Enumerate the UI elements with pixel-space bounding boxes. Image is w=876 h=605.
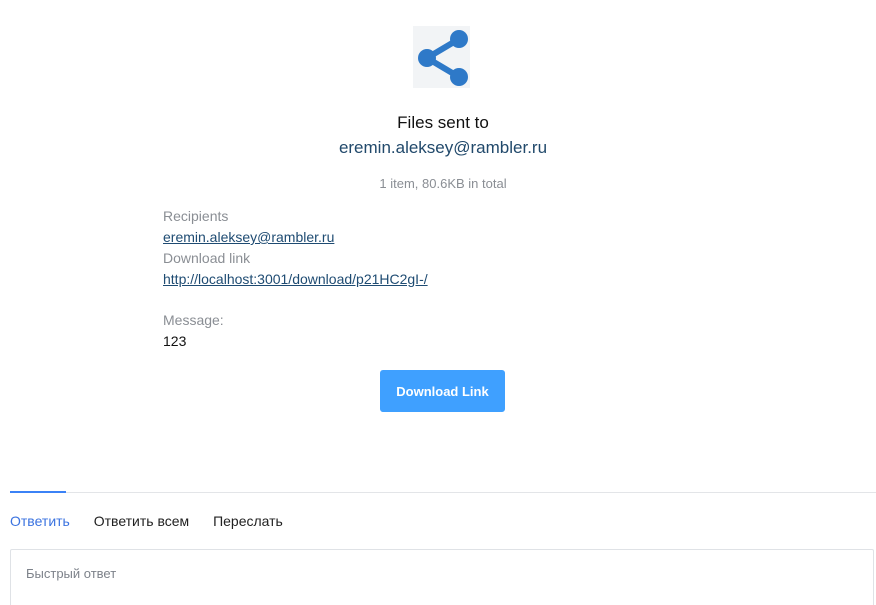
recipients-label: Recipients [163, 208, 229, 224]
message-label: Message: [163, 312, 224, 328]
email-body: Files sent to eremin.aleksey@rambler.ru … [0, 0, 876, 605]
message-value: 123 [163, 333, 187, 349]
download-url-link[interactable]: http://localhost:3001/download/p21HC2gI-… [163, 269, 428, 290]
reply-tabs: Ответить Ответить всем Переслать [10, 513, 303, 529]
files-summary: 1 item, 80.6KB in total [379, 176, 507, 191]
download-link-label: Download link [163, 250, 251, 266]
recipient-link[interactable]: eremin.aleksey@rambler.ru [163, 227, 428, 248]
download-link-button[interactable]: Download Link [380, 370, 505, 412]
reply-divider [10, 492, 876, 493]
recipient-heading: eremin.aleksey@rambler.ru [338, 138, 548, 157]
transfer-details: Recipients eremin.aleksey@rambler.ru Dow… [163, 206, 428, 352]
tab-reply[interactable]: Ответить [10, 513, 70, 529]
tab-forward[interactable]: Переслать [213, 513, 283, 529]
quick-reply-input[interactable]: Быстрый ответ [10, 549, 874, 605]
page-title: Files sent to [397, 113, 489, 132]
share-icon [413, 26, 470, 88]
active-tab-indicator [10, 491, 66, 493]
tab-reply-all[interactable]: Ответить всем [94, 513, 189, 529]
